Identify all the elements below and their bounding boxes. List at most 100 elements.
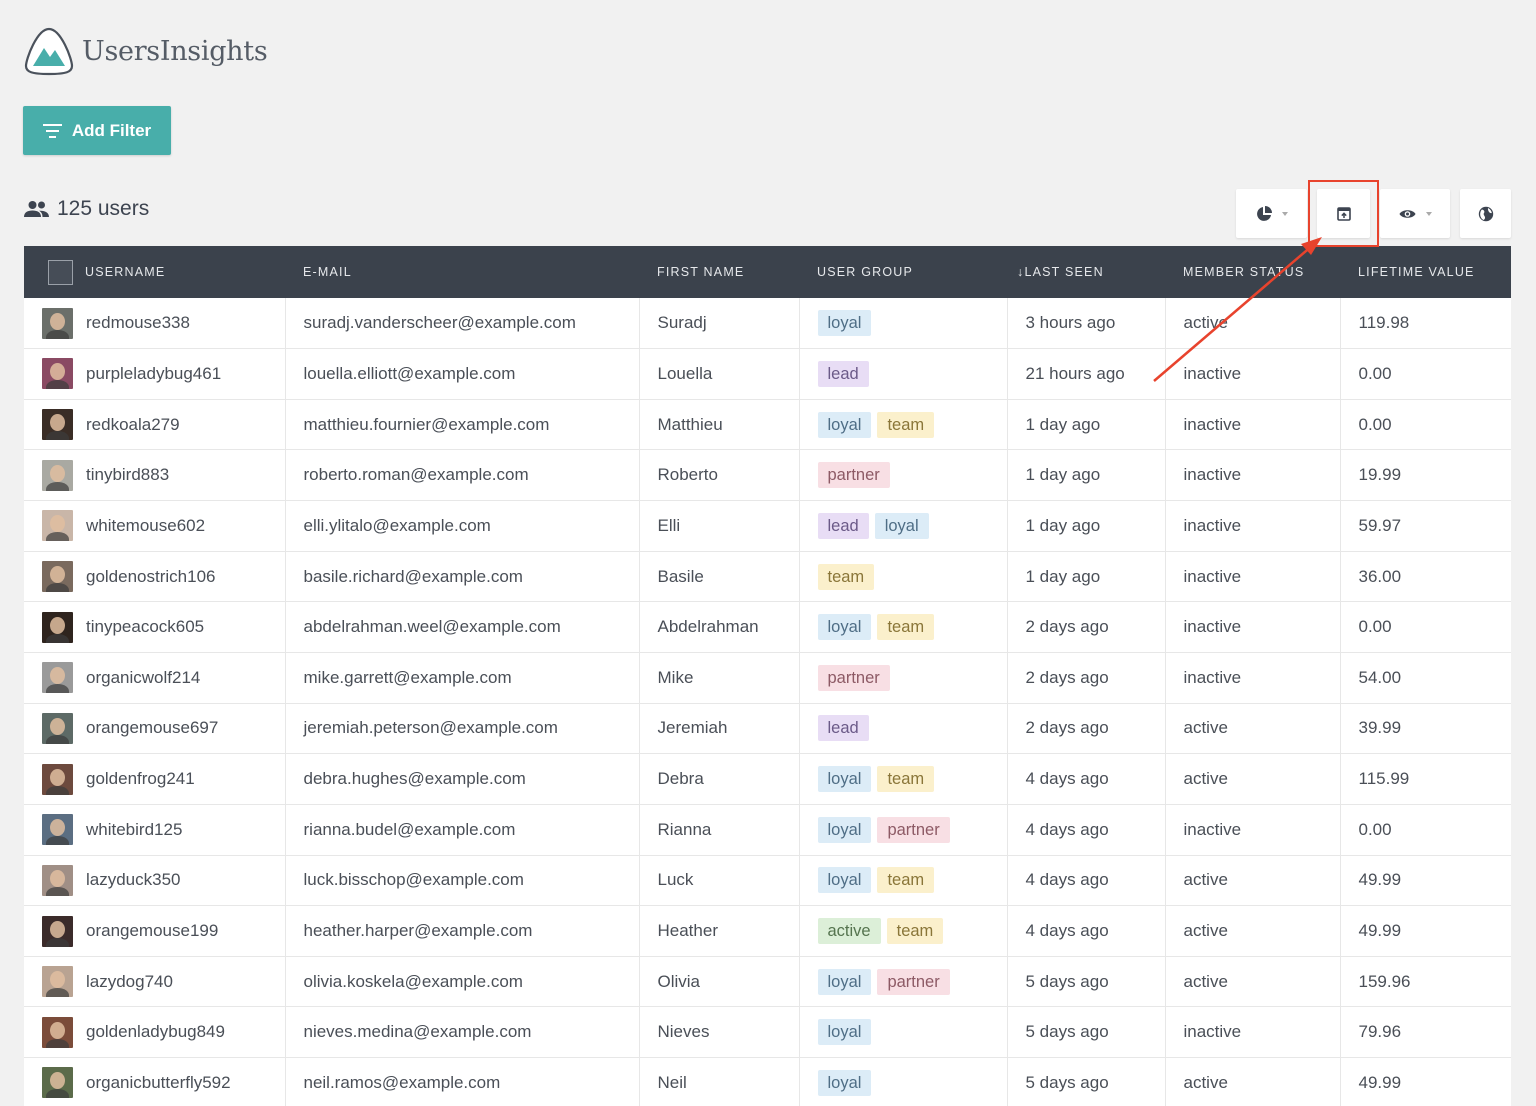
- username-text[interactable]: goldenladybug849: [86, 1022, 225, 1042]
- table-row[interactable]: goldenfrog241 debra.hughes@example.com D…: [24, 753, 1511, 805]
- cell-member-status: inactive: [1165, 500, 1341, 552]
- cell-username[interactable]: goldenostrich106: [24, 551, 286, 603]
- cell-username[interactable]: purpleladybug461: [24, 348, 286, 400]
- username-text[interactable]: organicwolf214: [86, 668, 200, 688]
- user-group-tag[interactable]: team: [877, 411, 935, 438]
- column-lifetime-value[interactable]: LIFETIME VALUE: [1340, 246, 1511, 298]
- table-row[interactable]: orangemouse697 jeremiah.peterson@example…: [24, 703, 1511, 755]
- cell-email: heather.harper@example.com: [285, 905, 640, 957]
- column-username[interactable]: USERNAME: [24, 246, 285, 298]
- user-group-tag[interactable]: loyal: [817, 310, 872, 337]
- user-group-tag[interactable]: team: [877, 867, 935, 894]
- cell-username[interactable]: orangemouse199: [24, 905, 286, 957]
- avatar: [42, 814, 73, 846]
- user-group-tag[interactable]: loyal: [817, 1019, 872, 1046]
- cell-username[interactable]: tinypeacock605: [24, 601, 286, 653]
- user-group-tag[interactable]: partner: [817, 664, 890, 691]
- cell-lifetime-value: 49.99: [1340, 905, 1511, 957]
- user-group-tag[interactable]: loyal: [817, 614, 872, 641]
- username-text[interactable]: whitebird125: [86, 820, 182, 840]
- user-group-tag[interactable]: loyal: [817, 411, 872, 438]
- cell-username[interactable]: redkoala279: [24, 399, 286, 451]
- table-row[interactable]: purpleladybug461 louella.elliott@example…: [24, 348, 1511, 400]
- user-group-tag[interactable]: lead: [817, 512, 869, 539]
- user-group-tag[interactable]: team: [817, 563, 875, 590]
- table-row[interactable]: goldenladybug849 nieves.medina@example.c…: [24, 1006, 1511, 1059]
- select-all-checkbox[interactable]: [48, 259, 73, 285]
- table-row[interactable]: whitemouse602 elli.ylitalo@example.com E…: [24, 500, 1511, 552]
- username-text[interactable]: goldenfrog241: [86, 769, 195, 789]
- user-group-tag[interactable]: loyal: [817, 766, 872, 793]
- username-text[interactable]: lazyduck350: [86, 870, 181, 890]
- table-row[interactable]: organicbutterfly592 neil.ramos@example.c…: [24, 1057, 1511, 1106]
- cell-user-group: active team: [799, 905, 1008, 957]
- table-row[interactable]: tinypeacock605 abdelrahman.weel@example.…: [24, 601, 1511, 653]
- table-row[interactable]: whitebird125 rianna.budel@example.com Ri…: [24, 804, 1511, 856]
- table-row[interactable]: redmouse338 suradj.vanderscheer@example.…: [24, 298, 1511, 350]
- column-last-seen[interactable]: ↓LAST SEEN: [1007, 246, 1165, 298]
- add-filter-button[interactable]: Add Filter: [23, 106, 171, 155]
- cell-first-name: Debra: [639, 753, 800, 805]
- table-row[interactable]: goldenostrich106 basile.richard@example.…: [24, 551, 1511, 603]
- username-text[interactable]: goldenostrich106: [86, 567, 215, 587]
- table-row[interactable]: lazydog740 olivia.koskela@example.com Ol…: [24, 956, 1511, 1008]
- table-row[interactable]: redkoala279 matthieu.fournier@example.co…: [24, 399, 1511, 451]
- username-text[interactable]: purpleladybug461: [86, 364, 221, 384]
- cell-username[interactable]: tinybird883: [24, 449, 286, 502]
- table-row[interactable]: tinybird883 roberto.roman@example.com Ro…: [24, 449, 1511, 502]
- user-group-tag[interactable]: active: [817, 918, 881, 944]
- table-row[interactable]: organicwolf214 mike.garrett@example.com …: [24, 652, 1511, 704]
- cell-lifetime-value: 54.00: [1340, 652, 1511, 704]
- user-group-tag[interactable]: team: [877, 766, 935, 793]
- user-group-tag[interactable]: loyal: [874, 512, 929, 539]
- cell-last-seen: 3 hours ago: [1007, 298, 1166, 350]
- user-group-tag[interactable]: partner: [877, 816, 950, 843]
- cell-username[interactable]: organicbutterfly592: [24, 1057, 286, 1106]
- user-group-tag[interactable]: lead: [817, 360, 869, 387]
- cell-username[interactable]: whitemouse602: [24, 500, 286, 552]
- username-text[interactable]: tinypeacock605: [86, 617, 204, 637]
- cell-user-group: loyal: [799, 1006, 1008, 1059]
- user-group-tag[interactable]: team: [877, 614, 935, 641]
- cell-last-seen: 4 days ago: [1007, 753, 1166, 805]
- cell-username[interactable]: redmouse338: [24, 298, 286, 350]
- table-row[interactable]: orangemouse199 heather.harper@example.co…: [24, 905, 1511, 957]
- column-email[interactable]: E-MAIL: [285, 246, 639, 298]
- cell-email: roberto.roman@example.com: [285, 449, 640, 502]
- column-lifetime-value-label: LIFETIME VALUE: [1358, 265, 1475, 279]
- username-text[interactable]: whitemouse602: [86, 516, 205, 536]
- column-member-status[interactable]: MEMBER STATUS: [1165, 246, 1340, 298]
- username-text[interactable]: redkoala279: [86, 415, 180, 435]
- username-text[interactable]: orangemouse199: [86, 921, 218, 941]
- username-text[interactable]: organicbutterfly592: [86, 1073, 231, 1093]
- cell-member-status: active: [1165, 905, 1341, 957]
- column-user-group[interactable]: USER GROUP: [799, 246, 1007, 298]
- user-group-tag[interactable]: lead: [817, 715, 869, 742]
- cell-username[interactable]: whitebird125: [24, 804, 286, 856]
- username-text[interactable]: tinybird883: [86, 465, 169, 485]
- geolocation-button[interactable]: [1460, 189, 1511, 238]
- username-text[interactable]: redmouse338: [86, 313, 190, 333]
- cell-username[interactable]: goldenfrog241: [24, 753, 286, 805]
- cell-username[interactable]: goldenladybug849: [24, 1006, 286, 1059]
- columns-visibility-button[interactable]: [1380, 189, 1450, 238]
- cell-username[interactable]: organicwolf214: [24, 652, 286, 704]
- export-button[interactable]: [1317, 189, 1370, 238]
- user-group-tag[interactable]: team: [886, 918, 944, 944]
- user-group-tag[interactable]: partner: [817, 462, 890, 489]
- user-group-tag[interactable]: loyal: [817, 816, 872, 843]
- cell-username[interactable]: orangemouse697: [24, 703, 286, 755]
- segments-button[interactable]: [1236, 189, 1307, 238]
- user-group-tag[interactable]: partner: [877, 968, 950, 995]
- username-text[interactable]: lazydog740: [86, 972, 173, 992]
- cell-first-name: Jeremiah: [639, 703, 800, 755]
- user-group-tag[interactable]: loyal: [817, 1069, 872, 1096]
- column-first-name[interactable]: FIRST NAME: [639, 246, 799, 298]
- table-header-row: USERNAME E-MAIL FIRST NAME USER GROUP ↓L…: [24, 246, 1511, 298]
- username-text[interactable]: orangemouse697: [86, 718, 218, 738]
- cell-username[interactable]: lazyduck350: [24, 855, 286, 907]
- user-group-tag[interactable]: loyal: [817, 867, 872, 894]
- user-group-tag[interactable]: loyal: [817, 968, 872, 995]
- table-row[interactable]: lazyduck350 luck.bisschop@example.com Lu…: [24, 855, 1511, 907]
- cell-username[interactable]: lazydog740: [24, 956, 286, 1008]
